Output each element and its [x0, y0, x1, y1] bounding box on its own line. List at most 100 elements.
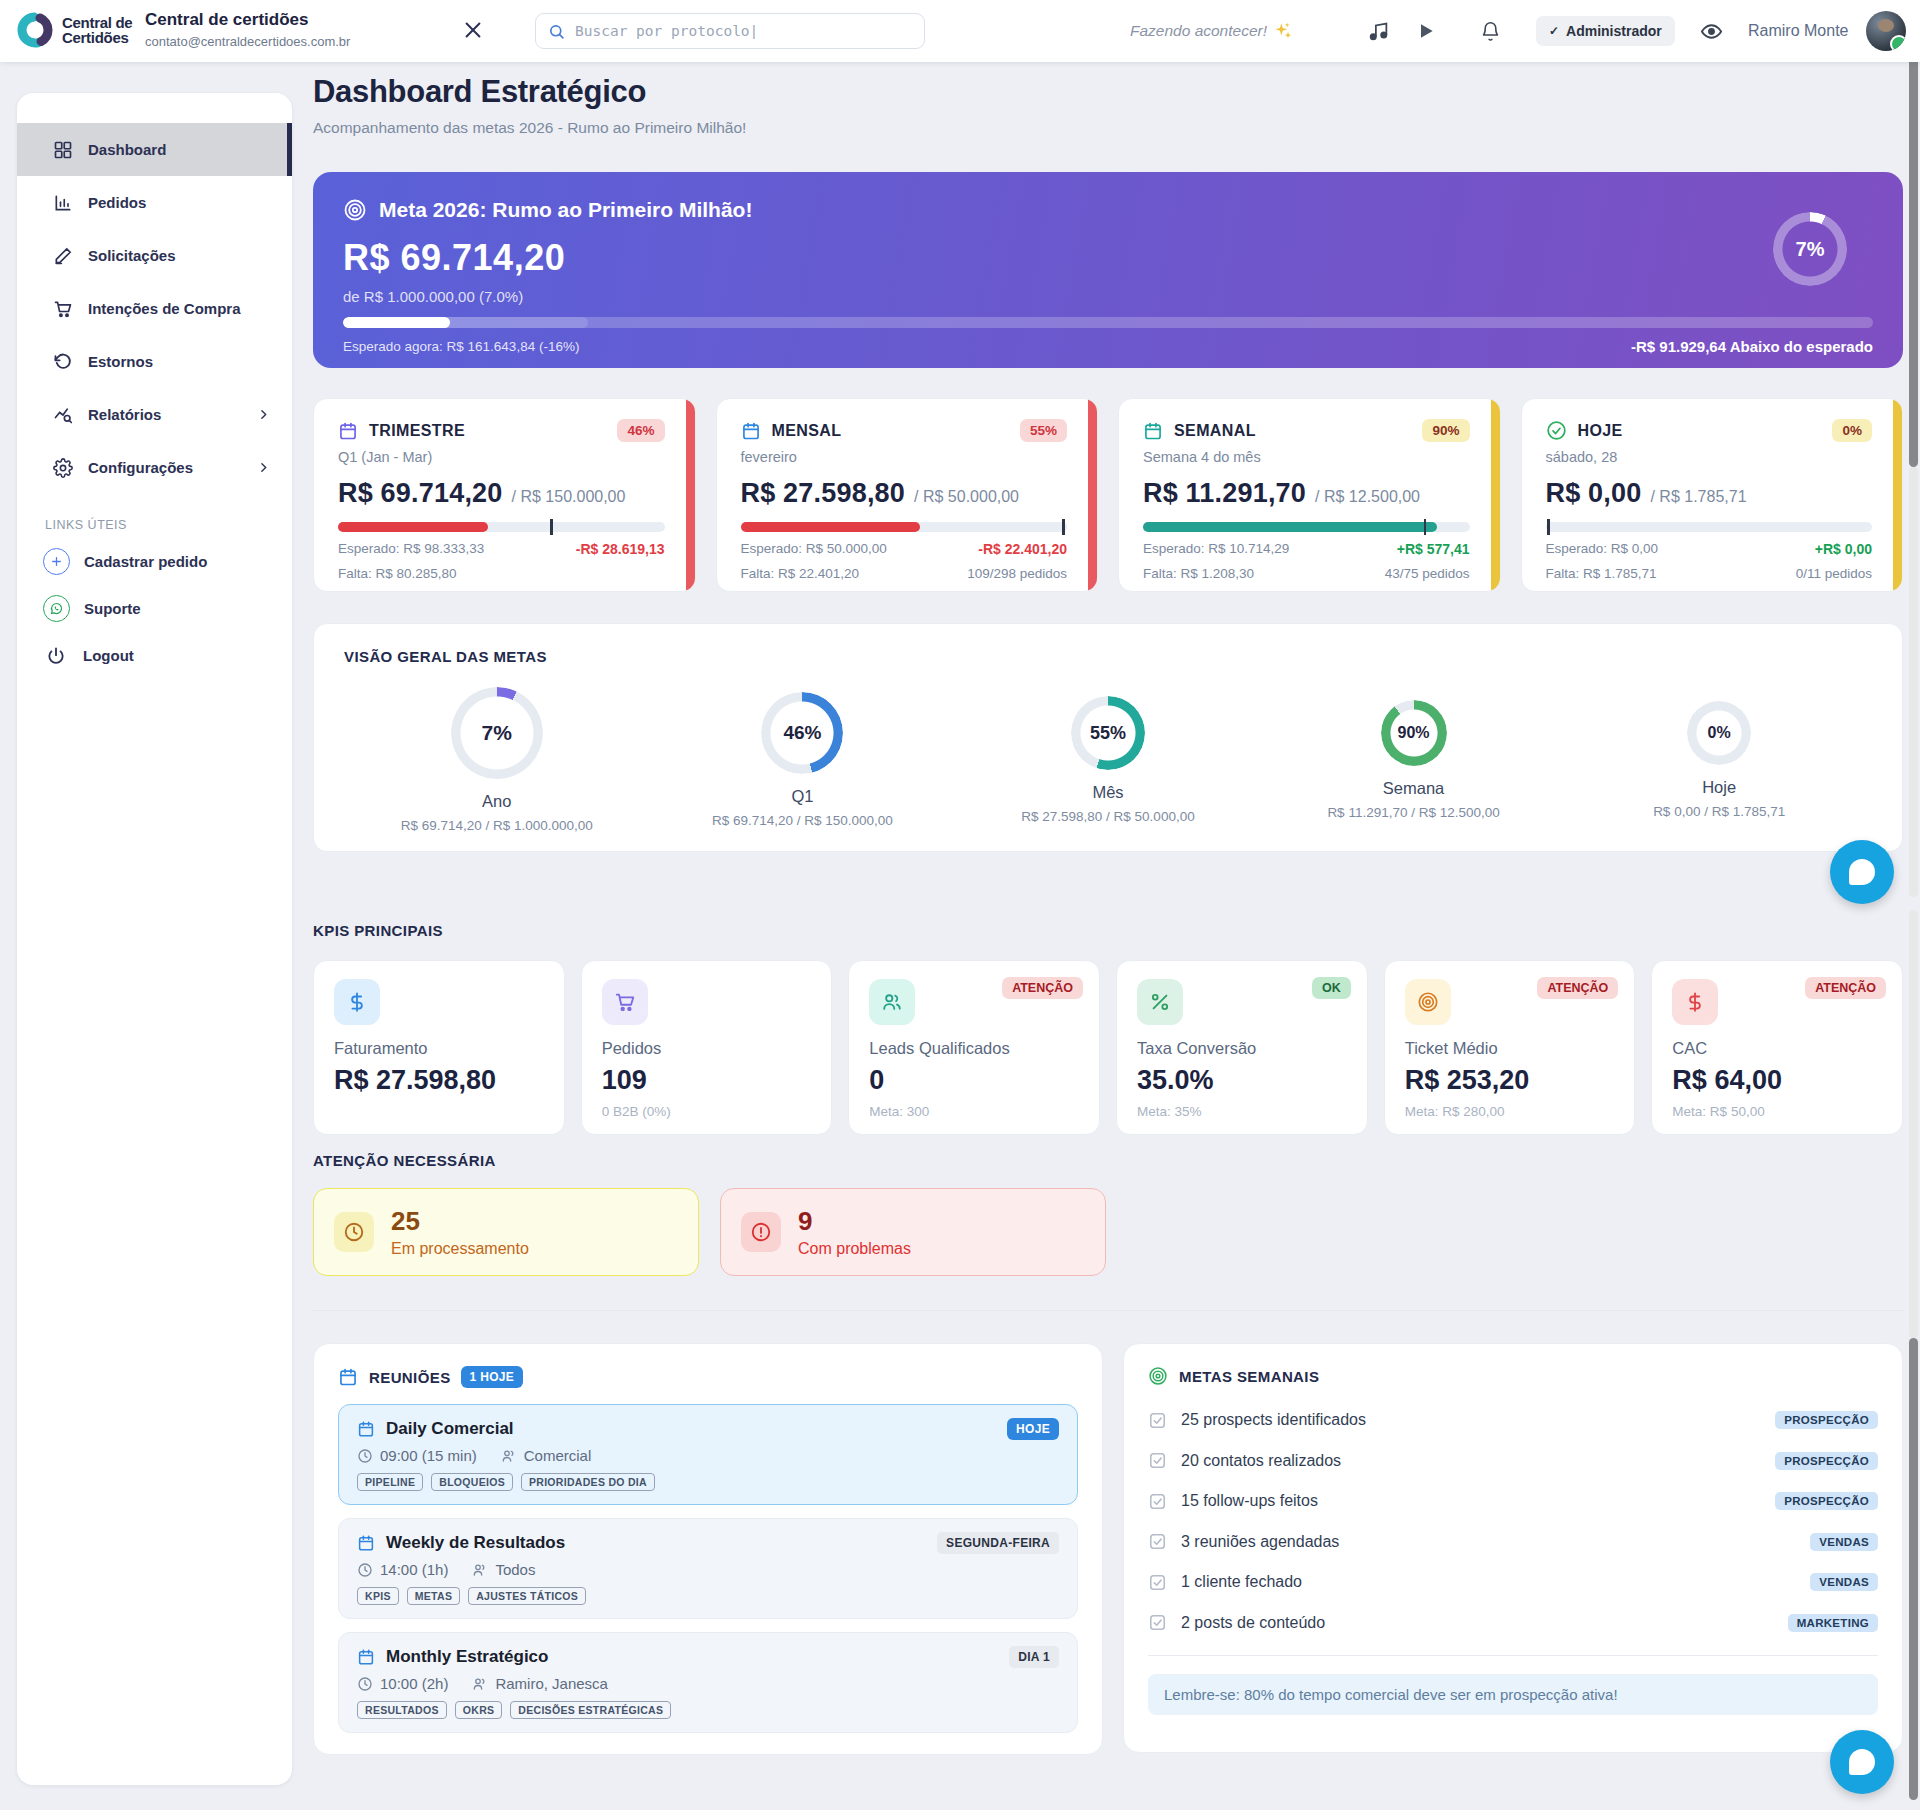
brand-email: contato@centraldecertidoes.com.br [145, 34, 350, 49]
meeting-name: Daily Comercial [386, 1419, 514, 1439]
meeting-item[interactable]: Weekly de Resultados SEGUNDA-FEIRA 14:00… [338, 1518, 1078, 1619]
alert-label: Com problemas [798, 1240, 911, 1258]
goal-card-period: Semana 4 do mês [1143, 449, 1470, 465]
play-icon[interactable] [1416, 0, 1436, 62]
target-icon [1148, 1366, 1168, 1386]
goals-divider [1148, 1655, 1878, 1656]
checkbox-icon[interactable] [1148, 1492, 1167, 1511]
meeting-tag: BLOQUEIOS [431, 1473, 513, 1491]
music-icon[interactable] [1368, 0, 1389, 62]
goal-card-target: / R$ 150.000,00 [512, 488, 626, 506]
role-selector[interactable]: ✓ Administrador [1536, 16, 1675, 46]
sidebar-link-cadastrar-pedido[interactable]: Cadastrar pedido [17, 538, 292, 585]
plus-circle-icon [43, 548, 70, 575]
checkbox-icon[interactable] [1148, 1411, 1167, 1430]
check-circle-icon [1546, 420, 1567, 441]
cart-icon [53, 299, 73, 319]
sidebar-item-dashboard[interactable]: Dashboard [17, 123, 292, 176]
checkbox-icon[interactable] [1148, 1451, 1167, 1470]
kpi-icon [334, 979, 380, 1025]
meeting-tag: METAS [407, 1587, 460, 1605]
goal-card-value: R$ 27.598,80 [741, 478, 906, 509]
undo-icon [53, 352, 73, 372]
meeting-time: 09:00 (15 min) [357, 1447, 477, 1464]
goal-card-value: R$ 0,00 [1546, 478, 1642, 509]
search-input[interactable] [575, 23, 912, 39]
checkbox-icon[interactable] [1148, 1613, 1167, 1632]
scrollbar-thumb[interactable] [1909, 1338, 1918, 1800]
checkbox-icon[interactable] [1148, 1532, 1167, 1551]
overview-donut: 46% Q1 R$ 69.714,20 / R$ 150.000,00 [650, 687, 956, 833]
overview-donut: 55% Mês R$ 27.598,80 / R$ 50.000,00 [955, 687, 1261, 833]
meeting-item[interactable]: Daily Comercial HOJE 09:00 (15 min) Come… [338, 1404, 1078, 1505]
weekly-goal-text: 25 prospects identificados [1181, 1411, 1366, 1429]
donut-values: R$ 0,00 / R$ 1.785,71 [1653, 804, 1785, 819]
weekly-goal-text: 3 reuniões agendadas [1181, 1533, 1339, 1551]
sidebar-item-solicitacoes[interactable]: Solicitações [17, 229, 292, 282]
gear-icon [53, 458, 73, 478]
goal-card-expected: Esperado: R$ 10.714,29 [1143, 541, 1289, 557]
goal-card-badge: 0% [1832, 419, 1872, 442]
sidebar-item-estornos[interactable]: Estornos [17, 335, 292, 388]
kpi-icon [869, 979, 915, 1025]
sidebar-item-label: Dashboard [88, 141, 166, 158]
kpi-value: 109 [602, 1065, 812, 1096]
weekly-goal-item: 3 reuniões agendadas VENDAS [1148, 1522, 1878, 1563]
scrollbar-thumb[interactable] [1909, 15, 1918, 467]
sidebar-item-intencoes[interactable]: Intenções de Compra [17, 282, 292, 335]
goal-card-period: sábado, 28 [1546, 449, 1873, 465]
checkbox-icon[interactable] [1148, 1573, 1167, 1592]
chat-button[interactable] [1830, 1730, 1894, 1794]
kpi-status-badge: ATENÇÃO [1805, 977, 1886, 999]
donut-values: R$ 27.598,80 / R$ 50.000,00 [1021, 809, 1194, 824]
goal-card-target: / R$ 1.785,71 [1650, 488, 1746, 506]
weekly-goal-item: 1 cliente fechado VENDAS [1148, 1562, 1878, 1603]
meeting-time: 14:00 (1h) [357, 1561, 448, 1578]
goal-card-orders: 109/298 pedidos [967, 566, 1067, 581]
sidebar-link-logout[interactable]: Logout [17, 632, 292, 679]
whatsapp-icon [43, 595, 70, 622]
brand-block: Central de certidões contato@centraldece… [145, 10, 350, 49]
goal-card-badge: 55% [1020, 419, 1067, 442]
search-box[interactable] [535, 13, 925, 49]
meetings-title: REUNIÕES [369, 1369, 451, 1386]
kpi-label: Pedidos [602, 1039, 812, 1058]
chat-button[interactable] [1830, 840, 1894, 904]
banner-title: Meta 2026: Rumo ao Primeiro Milhão! [379, 198, 752, 222]
pen-icon [53, 246, 73, 266]
chat-icon [1849, 859, 1875, 885]
kpi-value: R$ 27.598,80 [334, 1065, 544, 1096]
sidebar-item-configuracoes[interactable]: Configurações [17, 441, 292, 494]
power-icon [46, 646, 66, 666]
kpi-status-badge: ATENÇÃO [1537, 977, 1618, 999]
sidebar-item-label: Configurações [88, 459, 193, 476]
alert-circle-icon [741, 1212, 781, 1252]
goal-card-progress [1546, 522, 1873, 532]
weekly-goal-text: 2 posts de conteúdo [1181, 1614, 1325, 1632]
clock-icon [334, 1212, 374, 1252]
eye-icon[interactable] [1700, 0, 1723, 62]
donut-percent: 0% [1687, 701, 1751, 765]
weekly-goal-text: 20 contatos realizados [1181, 1452, 1341, 1470]
meta-banner: Meta 2026: Rumo ao Primeiro Milhão! R$ 6… [313, 172, 1903, 368]
goal-card-expected: Esperado: R$ 0,00 [1546, 541, 1659, 557]
meeting-item[interactable]: Monthly Estratégico DIA 1 10:00 (2h) Ram… [338, 1632, 1078, 1733]
calendar-icon [338, 421, 358, 441]
close-sidebar-icon[interactable] [462, 19, 484, 41]
calendar-icon [357, 1420, 375, 1438]
problems-alert-card[interactable]: 9 Com problemas [720, 1188, 1106, 1276]
sidebar-item-relatorios[interactable]: Relatórios [17, 388, 292, 441]
kpi-value: R$ 253,20 [1405, 1065, 1615, 1096]
meeting-tag: KPIS [357, 1587, 399, 1605]
kpi-label: Ticket Médio [1405, 1039, 1615, 1058]
avatar[interactable] [1866, 11, 1906, 51]
sidebar-item-pedidos[interactable]: Pedidos [17, 176, 292, 229]
sidebar-link-suporte[interactable]: Suporte [17, 585, 292, 632]
goal-card-period: Q1 (Jan - Mar) [338, 449, 665, 465]
bell-icon[interactable] [1480, 0, 1501, 62]
user-name[interactable]: Ramiro Monte [1748, 0, 1848, 62]
goal-card-delta: -R$ 22.401,20 [978, 541, 1067, 557]
alert-count: 9 [798, 1206, 911, 1237]
processing-alert-card[interactable]: 25 Em processamento [313, 1188, 699, 1276]
goal-card-progress [741, 522, 1068, 532]
